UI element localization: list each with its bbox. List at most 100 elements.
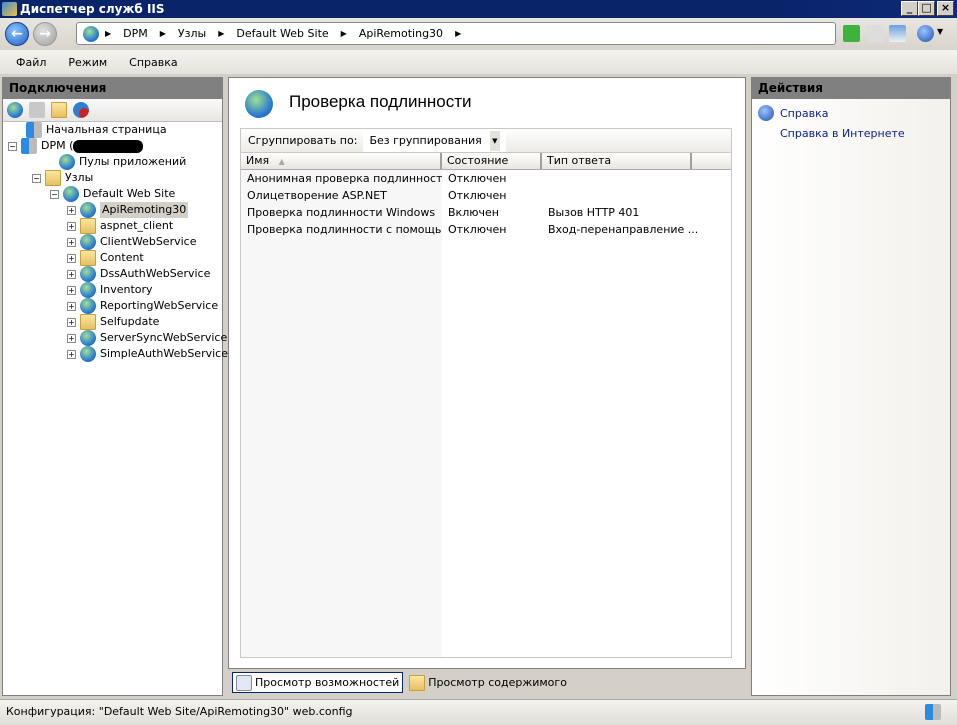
tree-item-label: Пулы приложений <box>79 155 187 168</box>
expand-icon[interactable]: + <box>67 285 76 295</box>
crumb-sites[interactable]: Узлы <box>172 27 212 40</box>
table-cell: Отключен <box>448 172 507 185</box>
tree-item[interactable]: + ServerSyncWebService <box>67 330 227 346</box>
expand-icon[interactable]: + <box>67 269 76 279</box>
features-table: Имя ▲ Состояние Тип ответа Анонимная про… <box>240 153 732 658</box>
tree-item[interactable]: + Inventory <box>67 282 153 298</box>
table-cell: Отключен <box>448 189 507 202</box>
menu-view[interactable]: Режим <box>68 56 107 69</box>
column-header-name[interactable]: Имя ▲ <box>241 153 442 169</box>
app-pools-icon <box>59 154 75 170</box>
table-row[interactable]: Проверка подлинности с помощью ... Отключ… <box>241 221 731 238</box>
web-app-icon <box>80 298 96 314</box>
status-text: Конфигурация: "Default Web Site/ApiRemot… <box>6 705 353 718</box>
expand-icon[interactable]: + <box>67 317 76 327</box>
tree-item[interactable]: Пулы приложений <box>46 154 186 170</box>
tree-item[interactable]: + Selfupdate <box>67 314 159 330</box>
group-by-bar: Сгруппировать по: Без группирования ▼ <box>240 128 732 153</box>
close-button[interactable]: × <box>937 1 954 16</box>
column-header-state[interactable]: Состояние <box>442 153 542 169</box>
up-folder-icon[interactable] <box>51 102 67 118</box>
tree-item[interactable]: − DPM ( <box>8 138 144 154</box>
action-help[interactable]: Справка <box>780 107 828 120</box>
tree-item[interactable]: − Default Web Site <box>50 186 175 202</box>
expand-icon[interactable]: + <box>67 221 76 231</box>
tree-item[interactable]: + aspnet_client <box>67 218 173 234</box>
menu-bar: Файл Режим Справка <box>0 50 957 74</box>
crumb-apiremoting30[interactable]: ApiRemoting30 <box>353 27 449 40</box>
menu-file[interactable]: Файл <box>16 56 46 69</box>
maximize-button[interactable]: □ <box>918 1 935 16</box>
address-globe-icon <box>83 25 99 42</box>
web-app-icon <box>80 282 96 298</box>
connect-icon[interactable] <box>7 102 23 118</box>
view-tabs: Просмотр возможностей Просмотр содержимо… <box>232 672 570 693</box>
table-row[interactable]: Олицетворение ASP.NET Отключен <box>241 187 731 204</box>
help-dropdown-icon[interactable]: ▼ <box>937 27 943 36</box>
expand-icon[interactable]: + <box>67 301 76 311</box>
tree-item[interactable]: + DssAuthWebService <box>67 266 210 282</box>
web-app-icon <box>80 202 96 218</box>
tree-item[interactable]: − Узлы <box>32 170 93 186</box>
connections-toolbar <box>3 99 222 122</box>
table-cell: Вызов HTTP 401 <box>548 206 640 219</box>
minimize-button[interactable]: _ <box>901 1 918 16</box>
crumb-default-web-site[interactable]: Default Web Site <box>230 27 334 40</box>
tree-item-label: DPM ( <box>41 139 74 152</box>
tree-item-label: Selfupdate <box>100 315 160 328</box>
expand-icon[interactable]: + <box>67 237 76 247</box>
tab-features-view[interactable]: Просмотр возможностей <box>232 672 404 693</box>
crumb-separator[interactable]: ▶ <box>99 29 117 38</box>
tree-item[interactable]: + ReportingWebService <box>67 298 218 314</box>
refresh-icon[interactable] <box>843 25 860 42</box>
tab-label: Просмотр возможностей <box>255 676 400 689</box>
save-icon[interactable] <box>29 102 45 118</box>
features-panel: Проверка подлинности Сгруппировать по: Б… <box>228 77 746 669</box>
tree-item[interactable]: + ApiRemoting30 <box>67 202 189 218</box>
connections-header: Подключения <box>3 78 222 99</box>
collapse-icon[interactable]: − <box>32 173 41 183</box>
disconnect-icon[interactable] <box>73 102 89 118</box>
crumb-dpm[interactable]: DPM <box>117 27 154 40</box>
tree-item[interactable]: Начальная страница <box>13 122 167 138</box>
connections-panel: Подключения Начальная страница − DPM ( Пулы… <box>2 77 228 696</box>
tab-content-view[interactable]: Просмотр содержимого <box>406 672 570 693</box>
table-row[interactable]: Проверка подлинности Windows Включен Вызов… <box>241 204 731 221</box>
tree-item[interactable]: + Content <box>67 250 144 266</box>
back-button[interactable]: ← <box>5 22 29 46</box>
collapse-icon[interactable]: − <box>50 189 59 199</box>
tree-item-label: Узлы <box>65 171 94 184</box>
expand-icon[interactable]: + <box>67 349 76 359</box>
crumb-separator[interactable]: ▶ <box>212 29 230 38</box>
menu-help[interactable]: Справка <box>129 56 177 69</box>
iis-app-icon <box>2 2 17 16</box>
tree-item-label: ClientWebService <box>100 235 197 248</box>
column-header-response[interactable]: Тип ответа <box>542 153 692 169</box>
actions-panel: Действия Справка Справка в Интернете <box>751 77 951 696</box>
tree-item[interactable]: + ClientWebService <box>67 234 196 250</box>
folder-icon <box>80 218 96 234</box>
table-cell: Проверка подлинности с помощью ... <box>241 221 442 238</box>
home-icon[interactable] <box>889 25 906 42</box>
tree-item-label: Default Web Site <box>83 187 176 200</box>
crumb-separator[interactable]: ▶ <box>335 29 353 38</box>
page-title: Проверка подлинности <box>289 92 472 111</box>
address-bar[interactable]: ▶ DPM ▶ Узлы ▶ Default Web Site ▶ ApiRem… <box>76 22 836 45</box>
status-bar: Конфигурация: "Default Web Site/ApiRemot… <box>0 699 957 725</box>
table-row[interactable]: Анонимная проверка подлинности Отключен <box>241 170 731 187</box>
web-app-icon <box>80 266 96 282</box>
expand-icon[interactable]: + <box>67 333 76 343</box>
forward-button[interactable]: → <box>33 22 57 46</box>
crumb-separator[interactable]: ▶ <box>449 29 467 38</box>
expand-icon[interactable]: + <box>67 205 76 215</box>
tree-item[interactable]: + SimpleAuthWebService <box>67 346 228 362</box>
tree-item-label: SimpleAuthWebService <box>100 347 228 360</box>
actions-header: Действия <box>752 78 950 99</box>
help-icon[interactable] <box>917 25 934 42</box>
expand-icon[interactable]: + <box>67 253 76 263</box>
stop-icon[interactable] <box>867 25 884 42</box>
collapse-icon[interactable]: − <box>8 141 17 151</box>
group-by-select[interactable]: Без группирования ▼ <box>363 129 506 152</box>
crumb-separator[interactable]: ▶ <box>154 29 172 38</box>
action-online-help[interactable]: Справка в Интернете <box>780 127 905 140</box>
